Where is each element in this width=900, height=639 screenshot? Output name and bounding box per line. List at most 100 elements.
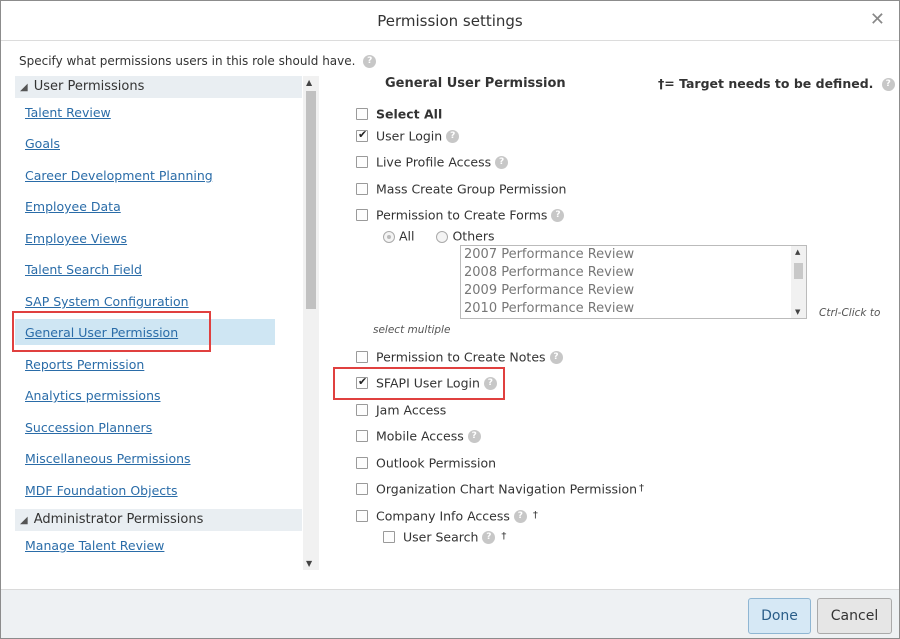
sidebar-item-career-development-planning[interactable]: Career Development Planning	[25, 168, 213, 183]
sidebar-item-sap-system-configuration[interactable]: SAP System Configuration	[25, 294, 189, 309]
forms-multiselect-list[interactable]: 2007 Performance Review 2008 Performance…	[460, 245, 807, 319]
section-user-label: User Permissions	[33, 79, 145, 94]
company-info-access-checkbox[interactable]	[356, 509, 368, 522]
sidebar-item-goals[interactable]: Goals	[25, 136, 60, 151]
sidebar-item-analytics-permissions[interactable]: Analytics permissions	[25, 388, 161, 403]
org-chart-navigation-checkbox[interactable]	[356, 482, 368, 495]
target-dagger-marker: †	[501, 531, 507, 542]
close-icon[interactable]: ✕	[870, 10, 885, 30]
create-notes-checkbox[interactable]	[356, 350, 368, 363]
forms-scope-others-radio[interactable]	[436, 230, 449, 243]
select-multiple-hint: select multiple	[373, 324, 451, 336]
mobile-access-label: Mobile Access	[376, 428, 464, 444]
permission-user-login[interactable]: User Login?	[356, 127, 460, 145]
list-scrollbar[interactable]: ▲ ▼	[791, 246, 806, 318]
target-dagger-marker: †	[532, 510, 538, 521]
sidebar-item-succession-planners[interactable]: Succession Planners	[25, 420, 152, 435]
permission-settings-dialog: Permission settings ✕ Specify what permi…	[0, 0, 900, 639]
user-search-label: User Search	[403, 529, 479, 545]
intro-text: Specify what permissions users in this r…	[19, 54, 377, 68]
list-item[interactable]: 2008 Performance Review	[464, 265, 634, 280]
create-forms-checkbox[interactable]	[356, 208, 368, 221]
cancel-button[interactable]: Cancel	[817, 598, 892, 634]
ctrl-click-hint: Ctrl-Click to	[819, 307, 881, 319]
help-icon[interactable]: ?	[495, 156, 509, 169]
user-login-label: User Login	[376, 128, 443, 144]
help-icon[interactable]: ?	[482, 531, 496, 544]
jam-access-checkbox[interactable]	[356, 403, 368, 416]
user-login-checkbox[interactable]	[356, 127, 368, 143]
sidebar-item-miscellaneous-permissions[interactable]: Miscellaneous Permissions	[25, 451, 191, 466]
collapse-triangle-icon[interactable]: ◢	[20, 77, 28, 99]
live-profile-access-checkbox[interactable]	[356, 155, 368, 168]
create-notes-label: Permission to Create Notes	[376, 349, 546, 365]
help-icon[interactable]: ?	[549, 351, 563, 364]
forms-scope-radio-group: All Others	[383, 228, 494, 245]
sidebar-item-employee-views[interactable]: Employee Views	[25, 231, 127, 246]
permission-create-forms[interactable]: Permission to Create Forms?	[356, 207, 565, 224]
outlook-label: Outlook Permission	[376, 455, 497, 471]
sidebar-item-employee-data[interactable]: Employee Data	[25, 199, 121, 214]
dialog-titlebar: Permission settings ✕	[1, 1, 899, 41]
mass-create-group-label: Mass Create Group Permission	[376, 181, 567, 197]
panel-title: General User Permission	[385, 76, 566, 91]
section-admin-label: Administrator Permissions	[33, 512, 204, 527]
create-forms-label: Permission to Create Forms	[376, 207, 548, 223]
forms-scope-all-label: All	[399, 228, 415, 244]
jam-access-label: Jam Access	[376, 402, 447, 418]
permission-user-search[interactable]: User Search? †	[383, 529, 506, 546]
permission-outlook[interactable]: Outlook Permission	[356, 455, 496, 472]
help-icon[interactable]: ?	[513, 510, 527, 523]
help-icon[interactable]: ?	[467, 430, 481, 443]
scroll-down-arrow-icon[interactable]: ▼	[306, 559, 312, 568]
sidebar-item-mdf-foundation-objects[interactable]: MDF Foundation Objects	[25, 483, 178, 498]
scroll-up-arrow-icon[interactable]: ▲	[795, 248, 800, 256]
sidebar-item-talent-search-field[interactable]: Talent Search Field	[25, 262, 142, 277]
permission-company-info-access[interactable]: Company Info Access? †	[356, 508, 538, 525]
section-administrator-permissions[interactable]: ◢ Administrator Permissions	[15, 509, 302, 531]
list-scroll-thumb[interactable]	[794, 263, 803, 279]
target-note: †= Target needs to be defined. ?	[658, 76, 895, 91]
forms-scope-all-radio[interactable]	[383, 230, 395, 243]
help-icon[interactable]: ?	[881, 78, 895, 91]
scroll-up-arrow-icon[interactable]: ▲	[306, 78, 312, 87]
dialog-footer: Done Cancel	[1, 589, 899, 638]
sidebar-scroll-thumb[interactable]	[306, 91, 316, 309]
target-note-label: †= Target needs to be defined.	[658, 76, 874, 91]
select-all-checkbox[interactable]	[356, 107, 368, 120]
live-profile-access-label: Live Profile Access	[376, 154, 492, 170]
permission-mass-create-group[interactable]: Mass Create Group Permission	[356, 181, 566, 198]
mobile-access-checkbox[interactable]	[356, 429, 368, 442]
permission-select-all[interactable]: Select All	[356, 106, 442, 123]
section-user-permissions[interactable]: ◢ User Permissions	[15, 76, 302, 98]
target-dagger-marker: †	[639, 483, 645, 494]
sidebar-item-talent-review[interactable]: Talent Review	[25, 105, 111, 120]
select-all-label: Select All	[376, 106, 443, 122]
list-item[interactable]: 2007 Performance Review	[464, 247, 634, 262]
list-item[interactable]: 2010 Performance Review	[464, 301, 634, 316]
dialog-title: Permission settings	[377, 12, 523, 30]
help-icon[interactable]: ?	[446, 130, 460, 143]
done-button[interactable]: Done	[748, 598, 811, 634]
permission-jam-access[interactable]: Jam Access	[356, 402, 446, 419]
permission-mobile-access[interactable]: Mobile Access?	[356, 428, 481, 445]
scroll-down-arrow-icon[interactable]: ▼	[795, 308, 800, 316]
sidebar-scrollbar[interactable]: ▲ ▼	[303, 76, 319, 570]
highlight-box-general-user-permission	[12, 311, 211, 352]
user-search-checkbox[interactable]	[383, 530, 395, 543]
permission-live-profile-access[interactable]: Live Profile Access?	[356, 154, 509, 171]
collapse-triangle-icon[interactable]: ◢	[20, 510, 28, 532]
sidebar-item-reports-permission[interactable]: Reports Permission	[25, 357, 144, 372]
highlight-box-sfapi-user-login	[333, 367, 505, 400]
help-icon[interactable]: ?	[363, 55, 377, 68]
intro-label: Specify what permissions users in this r…	[19, 54, 356, 68]
sidebar-item-manage-talent-review[interactable]: Manage Talent Review	[25, 538, 164, 553]
org-chart-navigation-label: Organization Chart Navigation Permission	[376, 481, 638, 497]
permission-org-chart-navigation[interactable]: Organization Chart Navigation Permission…	[356, 481, 644, 498]
list-item[interactable]: 2009 Performance Review	[464, 283, 634, 298]
permission-create-notes[interactable]: Permission to Create Notes?	[356, 349, 563, 366]
outlook-checkbox[interactable]	[356, 456, 368, 469]
mass-create-group-checkbox[interactable]	[356, 182, 368, 195]
help-icon[interactable]: ?	[551, 209, 565, 222]
forms-scope-others-label: Others	[452, 228, 495, 244]
